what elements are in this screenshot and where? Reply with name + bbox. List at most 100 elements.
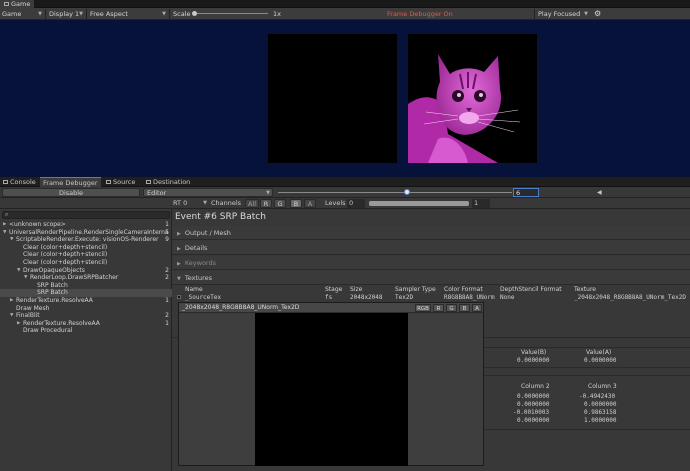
tab-console[interactable]: Console (0, 177, 39, 187)
popup-a-button[interactable]: A (472, 304, 482, 312)
popup-r-button[interactable]: R (433, 304, 444, 312)
display-dropdown[interactable]: Display 1 ▼ (49, 8, 83, 20)
matrix-header-col3: Column 3 (588, 383, 617, 390)
popup-b-button[interactable]: B (459, 304, 470, 312)
tree-row[interactable]: SRP Batch (0, 282, 172, 290)
hierarchy-search-input[interactable]: ⌕ (2, 211, 170, 219)
tree-row[interactable]: ▶ RenderTexture.ResolveAA 1 (0, 297, 172, 305)
textures-header-name: Name (185, 286, 203, 293)
textures-header-sampler: Sampler Type (395, 286, 436, 293)
popup-texture-preview (255, 313, 408, 466)
section-textures[interactable]: ▼ Textures (172, 271, 690, 285)
tree-row-label: SRP Batch (37, 289, 68, 297)
play-mode-label: Play Focused (538, 10, 581, 18)
tree-row-count: 9 (165, 236, 169, 244)
popup-header: _2048x2048_R8G8B8A8_UNorm_Tex2D RGB R G … (179, 303, 483, 313)
values-cell-a: 0.0000000 (584, 357, 617, 364)
texture-row-depth-format: None (500, 294, 515, 301)
matrix-cell: 0.9863158 (584, 409, 617, 416)
rt-dropdown[interactable]: RT 0 ▼ (173, 198, 207, 209)
levels-min-field[interactable]: 0 (347, 199, 365, 208)
texture-preview-popup[interactable]: _2048x2048_R8G8B8A8_UNorm_Tex2D RGB R G … (178, 302, 484, 466)
game-mode-dropdown[interactable]: Game ▼ (2, 8, 42, 20)
tab-source[interactable]: Source (103, 177, 138, 187)
display-label: Display 1 (49, 10, 80, 18)
chevron-right-icon: ▶ (177, 261, 181, 267)
channel-r-button[interactable]: R (260, 199, 272, 208)
tree-row-label: RenderTexture.ResolveAA (23, 319, 100, 327)
values-header-a: Value(A) (586, 349, 612, 356)
textures-header-size: Size (350, 286, 363, 293)
scale-value: 1x (273, 10, 281, 18)
chevron-down-icon[interactable]: ▼ (3, 229, 6, 237)
game-view[interactable] (0, 20, 690, 177)
channel-b-button[interactable]: B (290, 199, 302, 208)
chevron-right-icon[interactable]: ▶ (10, 297, 13, 305)
tree-row[interactable]: SRP Batch (0, 289, 172, 297)
game-window-tab[interactable]: Game (0, 0, 35, 8)
chevron-right-icon[interactable]: ▶ (17, 320, 20, 328)
tree-row[interactable]: ▼ UniversalRenderPipeline.RenderSingleCam… (0, 229, 172, 237)
chevron-down-icon[interactable]: ▼ (17, 267, 20, 275)
scale-slider[interactable] (192, 11, 268, 16)
tree-row-count: 2 (165, 312, 169, 320)
tree-row[interactable]: ▼ RenderLoop.DrawSRPBatcher 2 (0, 274, 172, 282)
channel-all-button[interactable]: All (245, 199, 259, 208)
tree-row[interactable]: Draw Procedural (0, 327, 172, 335)
chevron-right-icon: ▶ (177, 231, 181, 237)
section-output-mesh[interactable]: ▶ Output / Mesh (172, 226, 690, 240)
tree-row[interactable]: Clear (color+depth+stencil) (0, 251, 172, 259)
chevron-down-icon[interactable]: ▼ (10, 312, 13, 320)
tree-row-label: RenderLoop.DrawSRPBatcher (30, 274, 119, 282)
tree-row[interactable]: ▶ RenderTexture.ResolveAA 1 (0, 320, 172, 328)
tree-row[interactable]: ▼ ScriptableRenderer.Execute: visionOS-Re… (0, 236, 172, 244)
tree-row[interactable]: ▼ DrawOpaqueObjects 2 (0, 267, 172, 275)
tree-row[interactable]: ▼ FinalBlit 2 (0, 312, 172, 320)
tree-row[interactable]: ▶ <unknown scope> 1 (0, 221, 172, 229)
section-textures-label: Textures (184, 274, 213, 282)
aspect-dropdown[interactable]: Free Aspect ▼ (90, 8, 166, 20)
toolbar-divider (45, 9, 46, 19)
cat-image (408, 54, 521, 163)
tree-row-count: 2 (165, 266, 169, 274)
tree-row-count: 1 (165, 297, 169, 304)
levels-range-slider[interactable] (369, 201, 469, 206)
channel-a-button[interactable]: A (304, 199, 316, 208)
previous-frame-icon[interactable]: ◀ (597, 187, 602, 198)
target-dropdown[interactable]: Editor ▼ (143, 188, 273, 197)
frame-number-field[interactable]: 6 (513, 188, 539, 197)
frame-slider[interactable] (278, 189, 512, 195)
popup-g-button[interactable]: G (446, 304, 457, 312)
tree-row-label: Clear (color+depth+stencil) (23, 243, 108, 251)
tree-row-label: Draw Procedural (23, 327, 73, 335)
tree-row[interactable]: Draw Mesh (0, 305, 172, 313)
chevron-down-icon[interactable]: ▼ (24, 274, 27, 282)
tree-row[interactable]: Clear (color+depth+stencil) (0, 259, 172, 267)
game-tab-icon (4, 2, 9, 6)
disable-button[interactable]: Disable (2, 188, 140, 197)
play-mode-dropdown[interactable]: Play Focused ▼ (538, 8, 588, 20)
console-icon (3, 180, 8, 184)
texture-thumbnail[interactable] (177, 295, 181, 299)
frame-slider-handle[interactable] (404, 189, 410, 195)
chevron-down-icon[interactable]: ▼ (10, 236, 13, 244)
texture-row-sampler: Tex2D (395, 294, 414, 301)
popup-rgb-button[interactable]: RGB (415, 304, 431, 312)
chevron-down-icon: ▼ (162, 11, 166, 17)
values-cell-b: 0.0000000 (517, 357, 550, 364)
black-render-quad (268, 34, 397, 163)
tree-row-label: Clear (color+depth+stencil) (23, 259, 108, 266)
section-keywords[interactable]: ▶ Keywords (172, 256, 690, 270)
tree-row[interactable]: Clear (color+depth+stencil) (0, 244, 172, 252)
levels-max-field[interactable]: 1 (472, 199, 490, 208)
chevron-right-icon[interactable]: ▶ (3, 221, 6, 229)
levels-range-fill[interactable] (369, 201, 469, 206)
tab-destination[interactable]: Destination (143, 177, 193, 187)
matrix-cell: 0.0000000 (584, 401, 617, 408)
tree-row-count: 5 (165, 228, 169, 236)
gizmo-icon[interactable]: ⚙ (594, 8, 601, 20)
tab-frame-debugger[interactable]: Frame Debugger (40, 177, 101, 187)
section-details[interactable]: ▶ Details (172, 241, 690, 255)
channel-g-button[interactable]: G (274, 199, 286, 208)
scale-slider-handle[interactable] (192, 11, 197, 16)
